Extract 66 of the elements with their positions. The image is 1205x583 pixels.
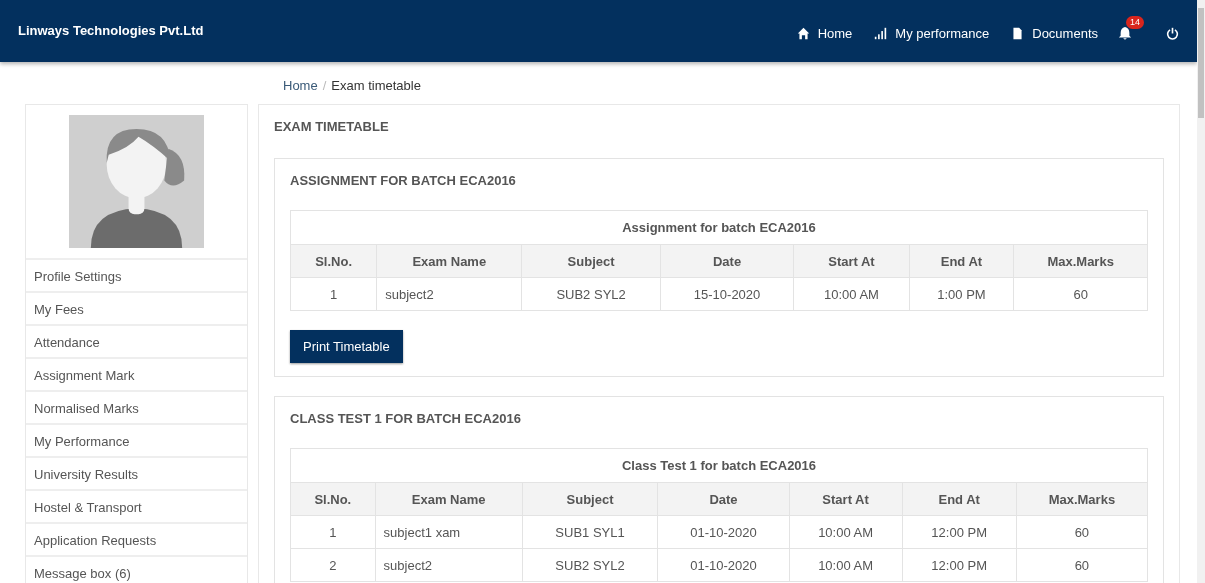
column-header: Start At — [793, 244, 910, 278]
power-icon[interactable] — [1166, 26, 1179, 40]
section-title: CLASS TEST 1 FOR BATCH ECA2016 — [290, 411, 522, 426]
sidebar-item[interactable]: Normalised Marks — [26, 392, 247, 425]
table-cell: 12:00 PM — [902, 515, 1017, 549]
nav-link[interactable]: My performance — [874, 25, 990, 41]
nav-link[interactable]: Documents — [1011, 25, 1098, 41]
table-cell: 01-10-2020 — [657, 515, 790, 549]
column-header: Date — [660, 244, 794, 278]
page-title: EXAM TIMETABLE — [274, 119, 390, 134]
sidebar-item[interactable]: University Results — [26, 458, 247, 491]
column-header: Sl.No. — [290, 244, 377, 278]
column-header: Exam Name — [376, 244, 522, 278]
breadcrumb-current: Exam timetable — [331, 78, 421, 95]
column-header: Max.Marks — [1016, 482, 1148, 516]
column-header: Date — [657, 482, 790, 516]
table-cell: 12:00 PM — [902, 548, 1017, 582]
table-cell: 1 — [290, 515, 376, 549]
table-cell: subject2 — [376, 277, 522, 311]
table-cell: 60 — [1016, 548, 1148, 582]
print-timetable-button[interactable]: Print Timetable — [290, 330, 403, 363]
table-cell: 01-10-2020 — [657, 548, 790, 582]
bell-icon[interactable] — [1118, 25, 1132, 41]
sidebar-item[interactable]: My Performance — [26, 425, 247, 458]
column-header: Start At — [789, 482, 903, 516]
table-cell: SUB2 SYL2 — [521, 277, 661, 311]
table-cell: 10:00 AM — [789, 515, 903, 549]
brand-name[interactable]: Linways Technologies Pvt.Ltd — [18, 23, 204, 38]
table-cell: SUB1 SYL1 — [522, 515, 658, 549]
sidebar-item[interactable]: My Fees — [26, 293, 247, 326]
table-caption: Assignment for batch ECA2016 — [290, 210, 1148, 245]
table-cell: SUB2 SYL2 — [522, 548, 658, 582]
nav-link[interactable]: Home — [796, 25, 853, 41]
sidebar-item[interactable]: Profile Settings — [26, 260, 247, 293]
column-header: End At — [902, 482, 1017, 516]
table-cell: 2 — [290, 548, 376, 582]
sidebar-item[interactable]: Assignment Mark — [26, 359, 247, 392]
column-header: Exam Name — [375, 482, 523, 516]
scrollbar-thumb[interactable] — [1198, 8, 1204, 118]
table-caption: Class Test 1 for batch ECA2016 — [290, 448, 1148, 483]
sidebar-item[interactable]: Attendance — [26, 326, 247, 359]
bar-chart-icon — [874, 26, 888, 40]
sidebar-item[interactable]: Application Requests — [26, 524, 247, 557]
sidebar-item[interactable]: Hostel & Transport — [26, 491, 247, 524]
breadcrumb-separator: / — [322, 78, 327, 95]
breadcrumb-link[interactable]: Home — [283, 78, 318, 104]
table-cell: 15-10-2020 — [660, 277, 794, 311]
section-title: ASSIGNMENT FOR BATCH ECA2016 — [290, 173, 517, 188]
home-icon — [796, 26, 810, 40]
table-cell: 10:00 AM — [789, 548, 903, 582]
table-cell: subject1 xam — [375, 515, 523, 549]
table-cell: 60 — [1016, 515, 1148, 549]
column-header: Subject — [522, 482, 658, 516]
table-cell: subject2 — [375, 548, 523, 582]
column-header: Sl.No. — [290, 482, 376, 516]
document-icon — [1011, 26, 1025, 40]
column-header: Subject — [521, 244, 661, 278]
table-cell: 10:00 AM — [793, 277, 910, 311]
table-cell: 1:00 PM — [909, 277, 1014, 311]
scrollbar[interactable] — [1197, 0, 1205, 583]
table-cell: 60 — [1013, 277, 1148, 311]
table-cell: 1 — [290, 277, 377, 311]
notification-badge: 14 — [1126, 16, 1144, 29]
column-header: End At — [909, 244, 1014, 278]
column-header: Max.Marks — [1013, 244, 1148, 278]
sidebar-item[interactable]: Message box (6) — [26, 557, 247, 583]
